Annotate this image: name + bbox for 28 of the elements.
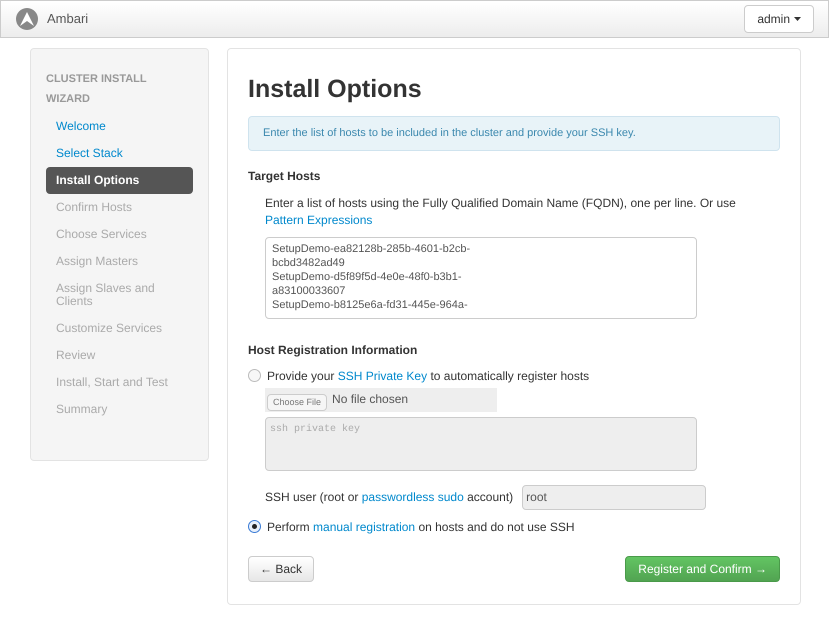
text-link[interactable]: passwordless sudo [362,490,464,504]
sidebar-item[interactable]: Welcome [46,113,193,140]
sidebar-item[interactable]: Select Stack [46,140,193,167]
option-label: Perform manual registration on hosts and do not use SSH [267,518,575,536]
ssh-user-label: SSH user (root or passwordless sudo account) [265,489,514,506]
register-button[interactable]: Register and Confirm → [625,556,780,582]
sidebar-item[interactable]: Install Options [46,167,193,194]
radio-button[interactable] [248,369,261,382]
text-link[interactable]: manual registration [313,520,416,534]
back-button[interactable]: ← Back [248,556,314,582]
help-text: Enter a list of hosts using the Fully Qualified Domain Name (FQDN), one per line. Or use Pattern Expressions [265,194,737,228]
page-title: Install Options [248,74,423,104]
option-label: Provide your SSH Private Key to automatically register hosts [267,368,590,384]
user-menu[interactable]: admin [744,5,814,33]
info-alert: Enter the list of hosts to be included in the cluster and provide your SSH key. [248,116,780,150]
text-link[interactable]: Pattern Expressions [265,212,372,226]
logo-icon [15,7,39,31]
text-link[interactable]: SSH Private Key [338,368,428,382]
sidebar-title: CLUSTER INSTALL WIZARD [46,72,148,107]
choose-file-button[interactable]: Choose File [267,394,328,411]
section-heading: Host Registration Information [248,342,418,358]
hosts-input-field[interactable]: SetupDemo-ea82128b-285b-4601-b2cb- bcbd3482ad49 SetupDemo-d5f89f5d-4e0e-48f0-b3b1- a83100033607 SetupDemo-b8125e6a-fd31-445e-964a- [265,236,697,318]
brand-name: Ambari [47,10,88,28]
radio-button[interactable] [248,520,261,533]
section-heading: Target Hosts [248,168,322,184]
caret-icon [794,17,801,21]
file-status: No file chosen [332,390,408,408]
file-chooser[interactable]: Choose File No file chosen [265,388,497,412]
